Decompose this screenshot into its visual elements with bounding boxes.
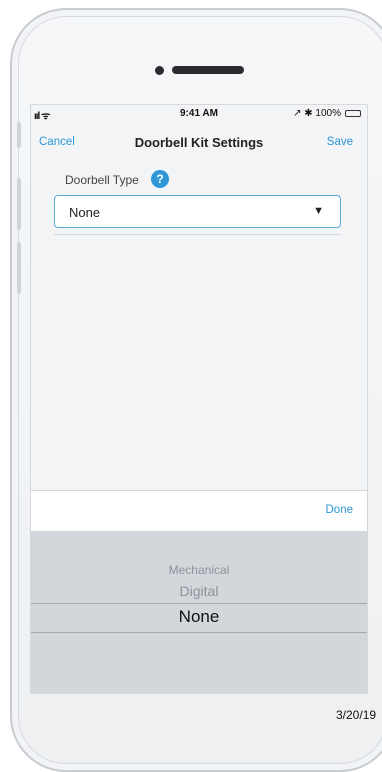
picker-option-digital[interactable]: Digital: [31, 583, 367, 599]
save-button[interactable]: Save: [327, 136, 353, 148]
picker-toolbar: Done: [31, 490, 367, 532]
navigation-bar: Cancel Doorbell Kit Settings Save: [31, 127, 367, 161]
dropdown-arrow-icon: ▼: [313, 205, 324, 217]
mute-switch: [17, 122, 21, 148]
page-title: Doorbell Kit Settings: [134, 135, 264, 150]
help-icon[interactable]: ?: [151, 170, 169, 188]
doorbell-type-select[interactable]: None ▼: [54, 195, 341, 228]
front-camera: [155, 66, 164, 75]
doorbell-type-label: Doorbell Type: [65, 173, 139, 187]
divider: [54, 234, 341, 235]
picker-selection-line-top: [31, 603, 367, 604]
done-button[interactable]: Done: [326, 504, 354, 516]
volume-down-button: [17, 242, 21, 294]
picker-selection-line-bottom: [31, 632, 367, 633]
battery-icon: [345, 110, 361, 117]
picker-option-none[interactable]: None: [31, 607, 367, 627]
volume-up-button: [17, 178, 21, 230]
picker-option-mechanical[interactable]: Mechanical: [31, 563, 367, 577]
doorbell-type-picker[interactable]: Mechanical Digital None: [31, 531, 367, 693]
select-value: None: [69, 205, 101, 220]
app-screen: ııl ᯤ 9:41 AM ↗ ✱ 100% Cancel Doorbell K…: [30, 104, 368, 694]
status-right-indicators: ↗ ✱ 100%: [293, 108, 341, 119]
earpiece-speaker: [172, 66, 244, 74]
status-bar: ııl ᯤ 9:41 AM ↗ ✱ 100%: [31, 105, 367, 125]
